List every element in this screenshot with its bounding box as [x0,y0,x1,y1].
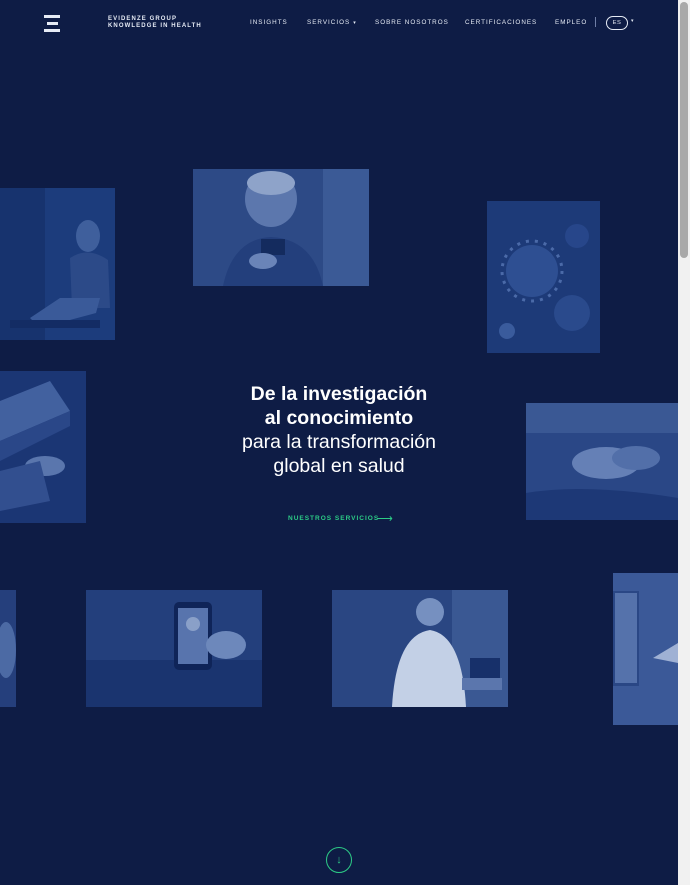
nav-insights[interactable]: INSIGHTS [250,19,288,26]
nav-servicios-label: SERVICIOS [307,19,351,26]
photo-video-call [86,590,262,707]
arrow-right-icon[interactable]: ⟶ [377,512,393,525]
brand-name[interactable]: EVIDENZE GROUP KNOWLEDGE IN HEALTH [108,16,202,30]
nav-divider [595,17,596,27]
photo-doctor [332,590,508,707]
brand-line-2: KNOWLEDGE IN HEALTH [108,23,202,29]
photo-virus [487,201,600,353]
nav-empleo[interactable]: EMPLEO [555,19,587,26]
scroll-down-button[interactable]: ↓ [326,847,352,873]
nav-sobre-nosotros[interactable]: SOBRE NOSOTROS [375,19,449,26]
photo-whiteboard [613,573,678,725]
hero-line-4: global en salud [273,455,405,477]
page: EVIDENZE GROUP KNOWLEDGE IN HEALTH INSIG… [0,0,678,885]
hero-line-2: al conocimiento [264,407,414,429]
photo-woman-seated [0,188,115,340]
photo-laptop-hands [0,371,86,523]
photo-holding-hands [526,403,678,520]
photo-partial-left [0,590,16,707]
hero-line-3: para la transformación [241,431,436,453]
photo-man-with-phone [193,169,369,286]
arrow-down-icon: ↓ [336,854,342,866]
scrollbar-thumb[interactable] [680,2,688,258]
chevron-down-icon: ▾ [353,20,357,26]
hero-line-1: De la investigación [250,383,428,405]
nav-servicios[interactable]: SERVICIOS ▾ [307,19,357,26]
hero-headline: De la investigación al conocimiento para… [200,382,478,478]
language-selector[interactable]: ES [606,16,628,30]
brand-line-1: EVIDENZE GROUP [108,16,178,22]
services-cta-link[interactable]: NUESTROS SERVICIOS [288,515,379,522]
chevron-down-icon[interactable]: ▾ [631,18,634,24]
nav-certificaciones[interactable]: CERTIFICACIONES [465,19,537,26]
evidenze-logo-icon[interactable] [44,15,60,32]
scrollbar[interactable] [678,0,690,885]
